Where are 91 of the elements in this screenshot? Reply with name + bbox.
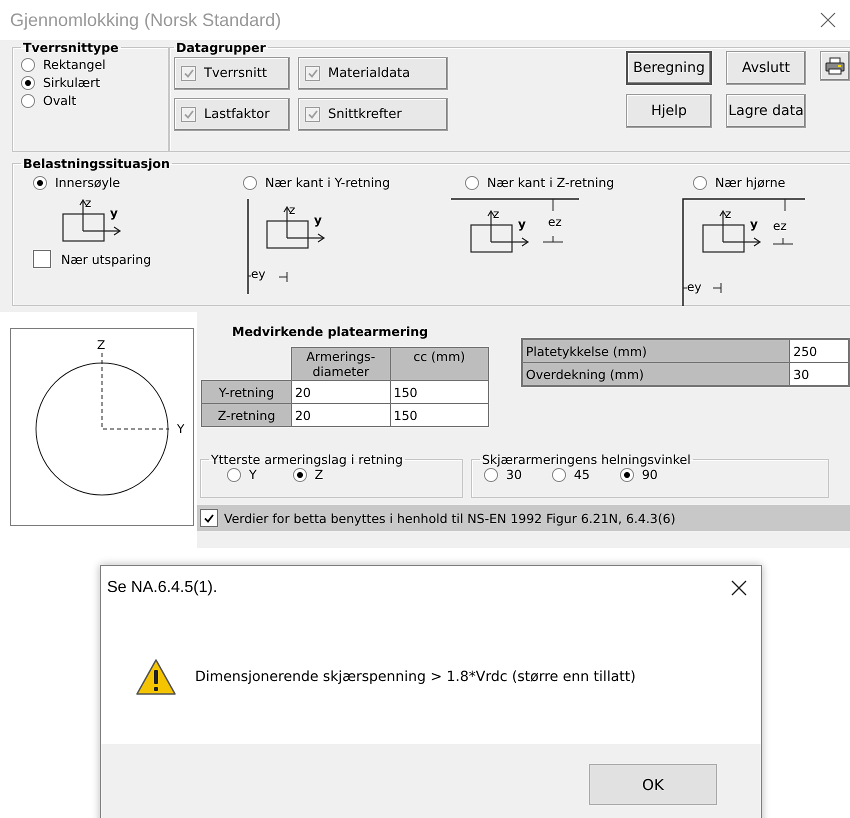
radio-button[interactable]: [21, 76, 35, 90]
group-title: Tverrsnittype: [22, 40, 120, 55]
row-header: Overdekning (mm): [522, 362, 790, 386]
dimension-label: ey: [251, 267, 266, 281]
axis-label: z: [289, 203, 296, 217]
dialog-button[interactable]: Hjelp: [626, 94, 712, 128]
checkbox[interactable]: [305, 66, 320, 81]
group-title: Ytterste armeringslag i retning: [210, 452, 404, 467]
radio-label[interactable]: Nær kant i Z-retning: [487, 175, 614, 190]
dimension-label: ey: [687, 280, 702, 294]
checkbox[interactable]: [181, 66, 196, 81]
checkbox[interactable]: [181, 107, 196, 122]
input-field[interactable]: 250: [790, 339, 849, 362]
calculate-button[interactable]: Beregning: [626, 51, 712, 85]
check-icon: [204, 514, 214, 522]
group-title: Skjærarmeringens helningsvinkel: [481, 452, 692, 467]
checkbox-label[interactable]: Nær utsparing: [61, 252, 152, 266]
checkbox[interactable]: [33, 250, 51, 268]
ok-button[interactable]: OK: [589, 764, 717, 805]
dialog-title: Se NA.6.4.5(1).: [107, 579, 218, 597]
radio-button[interactable]: [552, 468, 566, 482]
axes-drawing: [470, 210, 530, 253]
checkbox[interactable]: [200, 509, 218, 527]
printer-icon: [825, 57, 845, 75]
warning-icon: [135, 658, 177, 696]
group-title: Datagrupper: [175, 40, 267, 55]
radio-label[interactable]: Ovalt: [43, 93, 76, 108]
check-icon: [308, 69, 318, 78]
radio-label[interactable]: Nær hjørne: [715, 175, 786, 190]
radio-label[interactable]: Rektangel: [43, 57, 106, 72]
axis-label: y: [314, 213, 322, 227]
radio-button[interactable]: [693, 176, 707, 190]
axis-label: y: [750, 217, 758, 231]
radio-button[interactable]: [484, 468, 498, 482]
row-header: Y-retning: [202, 380, 292, 404]
radio-label[interactable]: Nær kant i Y-retning: [265, 175, 390, 190]
close-icon[interactable]: [731, 580, 747, 596]
input-field[interactable]: 150: [390, 380, 488, 404]
input-field[interactable]: 20: [291, 404, 390, 426]
axes-drawing: [702, 210, 762, 253]
axis-label: z: [493, 207, 500, 221]
column-header: cc (mm): [390, 348, 488, 380]
radio-button[interactable]: [227, 468, 241, 482]
radio-label[interactable]: 30: [506, 467, 522, 482]
dimension-label: ez: [548, 215, 562, 229]
dimension-mark: [248, 272, 288, 282]
axis-label: Z: [97, 338, 106, 352]
check-icon: [184, 69, 194, 78]
axes-drawing: [62, 198, 122, 242]
group-title: Belastningssituasjon: [22, 156, 171, 171]
dimension-label: ez: [773, 219, 787, 233]
section-title: Medvirkende platearmering: [232, 324, 430, 339]
checkbox[interactable]: [305, 107, 320, 122]
radio-label[interactable]: Innersøyle: [55, 175, 120, 190]
axis-label: y: [110, 206, 118, 220]
input-field[interactable]: 30: [790, 362, 849, 386]
axis-label: z: [725, 207, 732, 221]
check-icon: [184, 110, 194, 119]
radio-button[interactable]: [620, 468, 634, 482]
axis-label: Y: [177, 422, 184, 436]
window-title: Gjennomlokking (Norsk Standard): [10, 10, 282, 30]
radio-button[interactable]: [33, 176, 47, 190]
check-icon: [308, 110, 318, 119]
axis-label: z: [85, 196, 92, 210]
input-field[interactable]: 150: [390, 404, 488, 426]
row-header: Platetykkelse (mm): [522, 339, 790, 362]
toggle-button[interactable]: Materialdata: [298, 57, 448, 90]
axes-drawing: [266, 206, 326, 249]
radio-button[interactable]: [21, 94, 35, 108]
dialog-button[interactable]: Avslutt: [726, 51, 806, 85]
radio-label[interactable]: 90: [642, 467, 658, 482]
message-text: Dimensjonerende skjærspenning > 1.8*Vrdc (større enn tillatt): [195, 669, 636, 685]
toggle-button[interactable]: Lastfaktor: [174, 98, 290, 131]
print-button[interactable]: [820, 51, 850, 81]
row-header: Z-retning: [202, 404, 292, 426]
radio-label[interactable]: 45: [574, 467, 590, 482]
dimension-mark: [542, 198, 564, 242]
radio-label[interactable]: Z: [314, 467, 324, 482]
radio-button[interactable]: [21, 58, 35, 72]
toggle-button[interactable]: Tverrsnitt: [174, 57, 290, 90]
checkbox-label[interactable]: Verdier for betta benyttes i henhold til NS-EN 1992 Figur 6.21N, 6.4.3(6): [224, 510, 676, 526]
radio-button[interactable]: [465, 176, 479, 190]
toggle-button[interactable]: Snittkrefter: [298, 98, 448, 131]
radio-label[interactable]: Sirkulært: [43, 75, 100, 90]
radio-label[interactable]: Y: [249, 467, 257, 482]
radio-button[interactable]: [292, 468, 307, 482]
axis-label: y: [518, 217, 526, 231]
column-header: Armerings-diameter: [291, 348, 390, 380]
radio-button[interactable]: [243, 176, 257, 190]
input-field[interactable]: 20: [291, 380, 390, 404]
dialog-button[interactable]: Lagre data: [726, 94, 806, 128]
